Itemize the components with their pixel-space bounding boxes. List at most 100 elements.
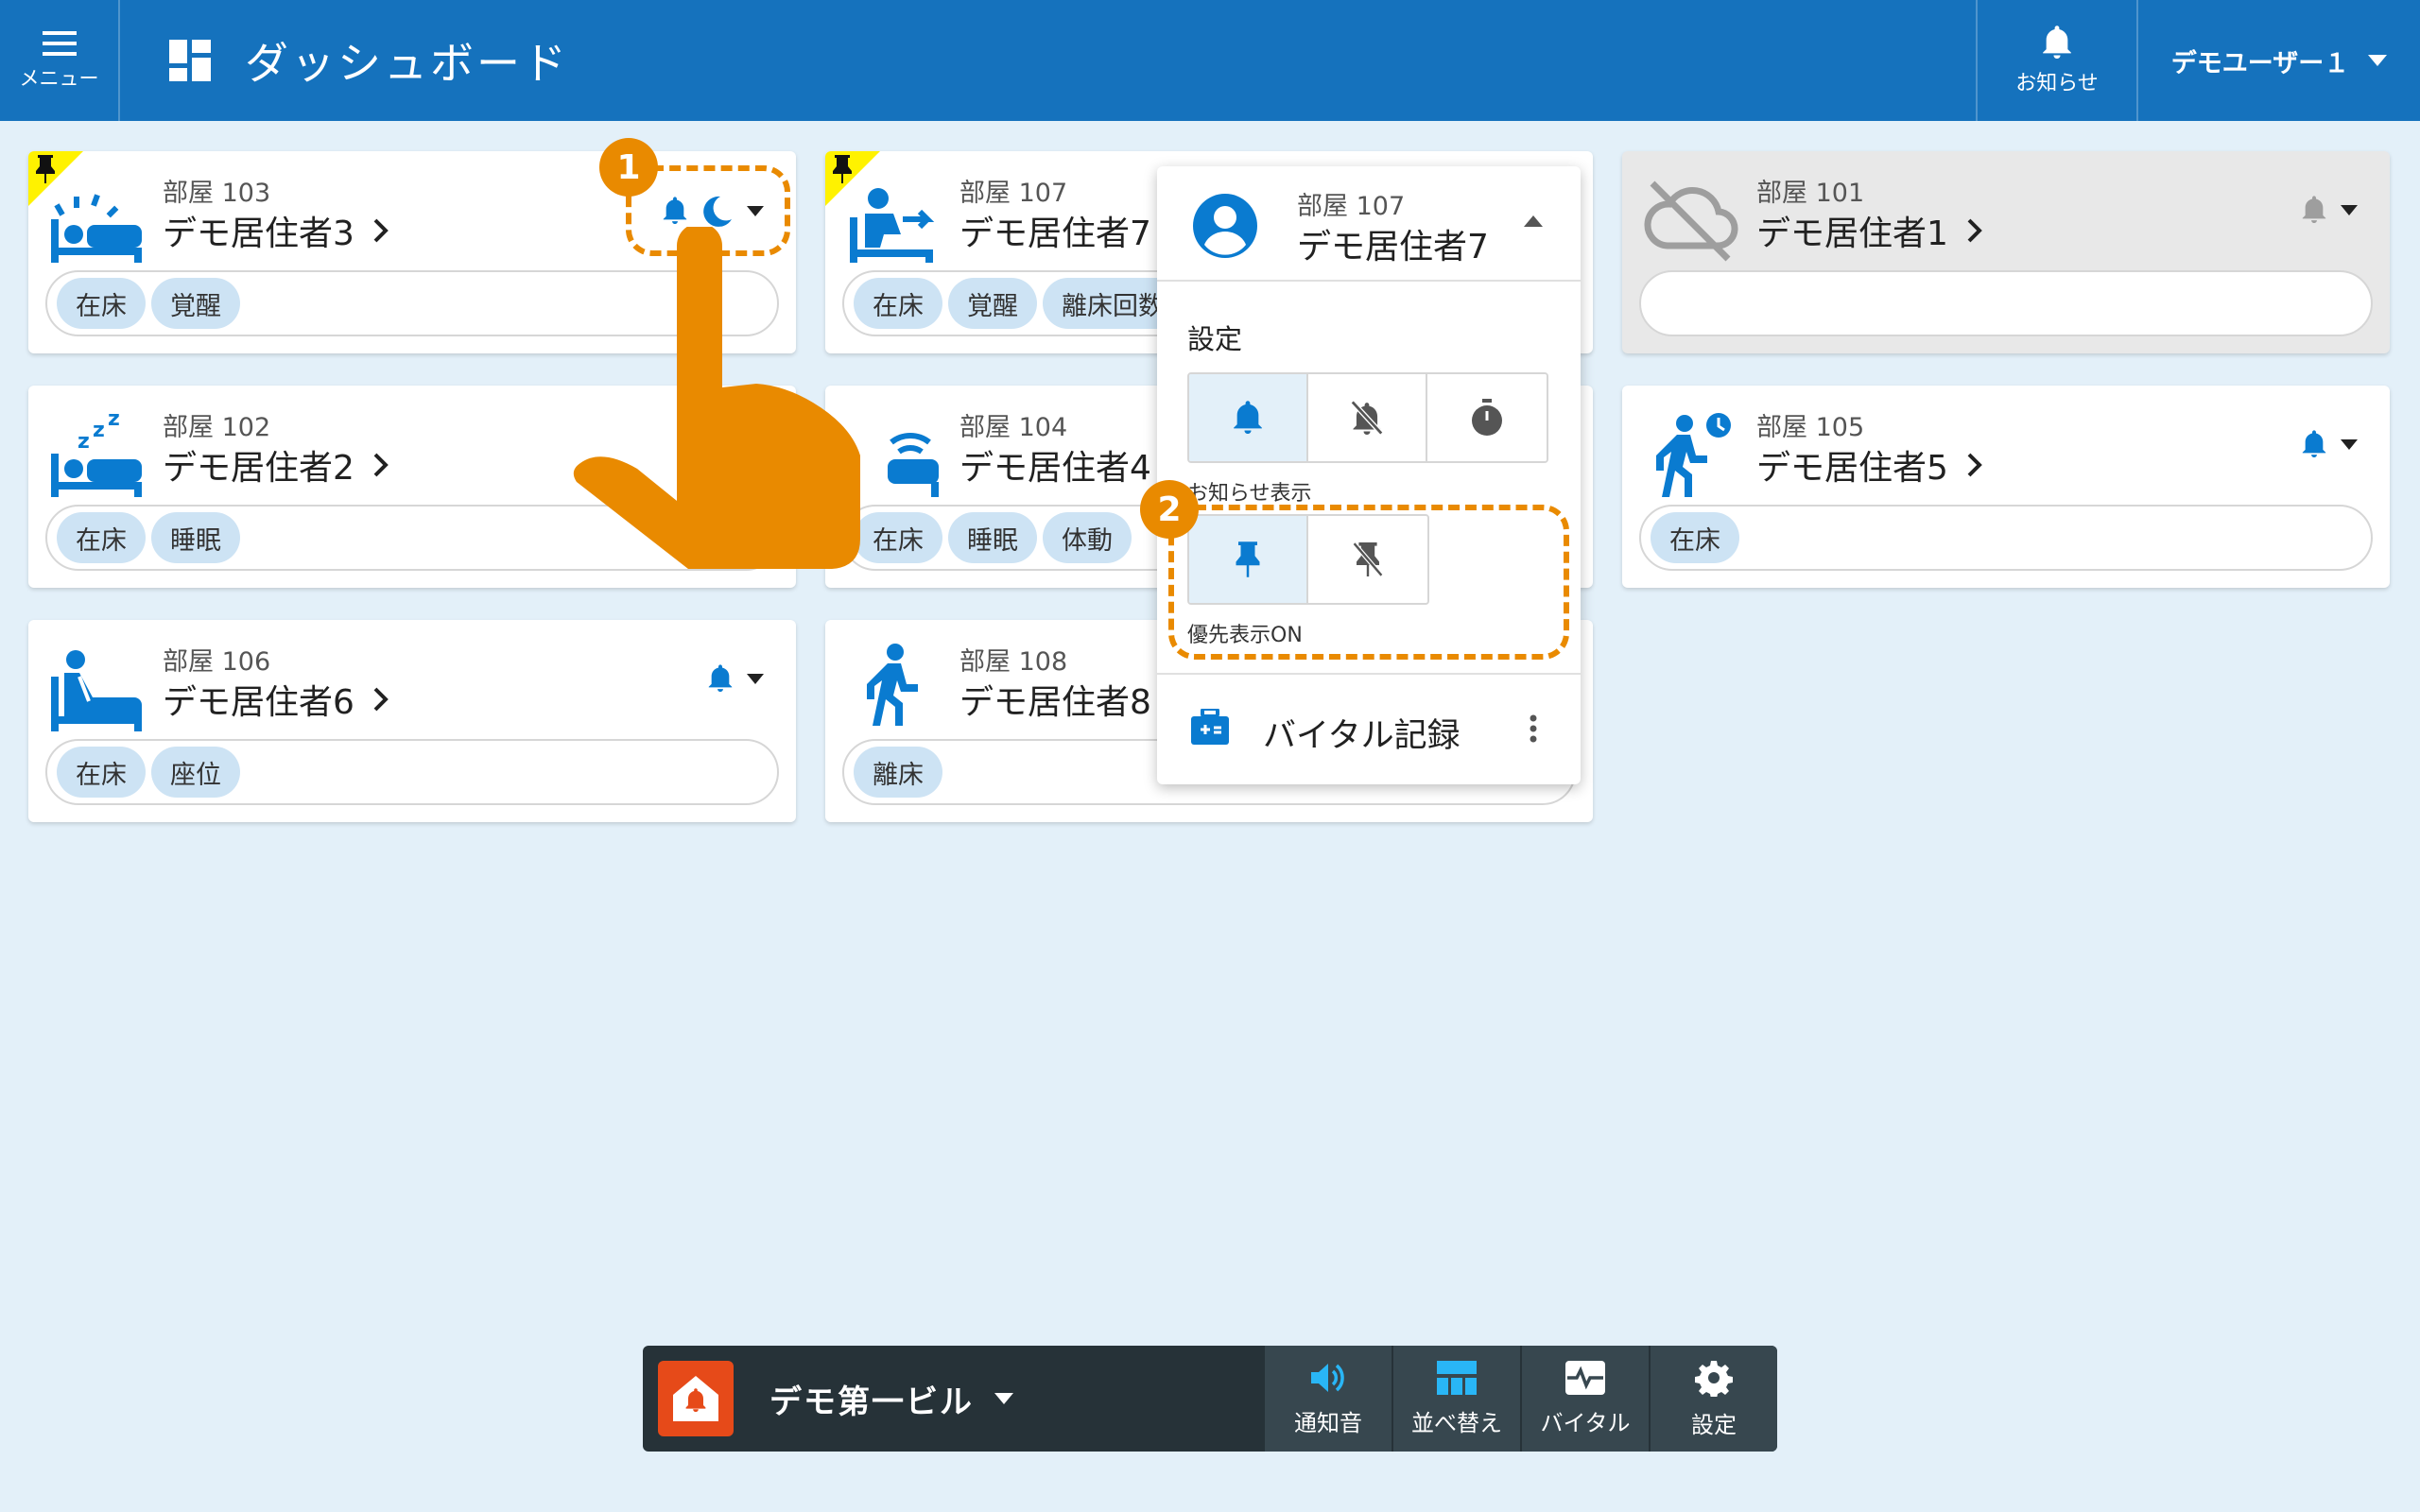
home-alert-icon xyxy=(658,1361,734,1436)
svg-text:z: z xyxy=(108,407,120,431)
resident-card[interactable]: 部屋 101 デモ居住者1 xyxy=(1622,151,2390,353)
user-menu[interactable]: デモユーザー１ xyxy=(2136,0,2420,121)
resident-name-link[interactable]: デモ居住者6 xyxy=(163,675,389,724)
menu-label: メニュー xyxy=(19,67,99,90)
popup-resident-name: デモ居住者7 xyxy=(1297,228,1489,266)
notify-on-button[interactable] xyxy=(1189,374,1308,461)
settings-button[interactable]: 設定 xyxy=(1649,1346,1777,1452)
sound-label: 通知音 xyxy=(1294,1409,1362,1436)
dashboard-icon xyxy=(169,40,211,81)
resident-name: デモ居住者6 xyxy=(163,683,354,722)
walking-timer-icon xyxy=(1656,413,1731,497)
building-name: デモ第一ビル xyxy=(769,1383,974,1421)
room-number: 部屋 102 xyxy=(163,413,271,442)
resident-name-link[interactable]: デモ居住者4 xyxy=(959,440,1151,490)
account-circle-icon xyxy=(1193,194,1257,258)
page-title: ダッシュボード xyxy=(245,38,569,89)
chevron-down-icon[interactable] xyxy=(2341,438,2358,450)
notice-button[interactable]: お知らせ xyxy=(1976,0,2136,121)
resident-name: デモ居住者8 xyxy=(959,683,1151,722)
pointing-hand-icon xyxy=(573,227,860,569)
chevron-right-icon xyxy=(373,218,389,243)
sort-button[interactable]: 並べ替え xyxy=(1392,1346,1520,1452)
chevron-down-icon[interactable] xyxy=(747,673,764,684)
chevron-up-icon[interactable] xyxy=(1524,215,1543,227)
resident-card[interactable]: 部屋 105 デモ居住者5 在床 xyxy=(1622,386,2390,588)
highlight-frame-2 xyxy=(1168,505,1569,660)
resident-name-link[interactable]: デモ居住者1 xyxy=(1756,206,1982,255)
bell-icon[interactable] xyxy=(2301,195,2327,225)
settings-label: 設定 xyxy=(1691,1411,1737,1438)
vital-label: バイタル xyxy=(1540,1409,1631,1436)
svg-text:z: z xyxy=(93,419,105,442)
status-tag: 覚醒 xyxy=(151,278,240,329)
bell-icon xyxy=(1234,401,1262,434)
chevron-down-icon[interactable] xyxy=(2341,204,2358,215)
status-tags xyxy=(1639,270,2373,336)
step-badge-1: 1 xyxy=(599,138,658,197)
resident-name: デモ居住者1 xyxy=(1756,215,1948,253)
chevron-right-icon xyxy=(1967,218,1982,243)
vital-button[interactable]: バイタル xyxy=(1520,1346,1649,1452)
popup-room-number: 部屋 107 xyxy=(1297,192,1406,221)
resident-name: デモ居住者4 xyxy=(959,449,1151,488)
sound-button[interactable]: 通知音 xyxy=(1263,1346,1392,1452)
status-tag: 在床 xyxy=(57,747,146,798)
bell-icon[interactable] xyxy=(707,663,734,694)
status-tags: 在床 座位 xyxy=(45,739,779,805)
resident-name: デモ居住者2 xyxy=(163,449,354,488)
room-number: 部屋 107 xyxy=(959,179,1068,208)
room-number: 部屋 104 xyxy=(959,413,1068,442)
svg-text:z: z xyxy=(78,430,90,454)
resident-name-link[interactable]: デモ居住者3 xyxy=(163,206,389,255)
user-name: デモユーザー１ xyxy=(2170,48,2350,78)
resident-name-link[interactable]: デモ居住者5 xyxy=(1756,440,1982,490)
status-tag: 睡眠 xyxy=(151,512,240,563)
popup-header[interactable]: 部屋 107 デモ居住者7 xyxy=(1157,166,1581,282)
status-tags: 在床 xyxy=(1639,505,2373,571)
room-number: 部屋 103 xyxy=(163,179,271,208)
notify-off-button[interactable] xyxy=(1308,374,1427,461)
resident-name: デモ居住者5 xyxy=(1756,449,1948,488)
vital-record-label: バイタル記録 xyxy=(1263,717,1461,755)
chevron-down-icon xyxy=(994,1393,1013,1404)
settings-heading: 設定 xyxy=(1187,323,1243,355)
bell-off-icon xyxy=(1350,400,1384,436)
bell-icon[interactable] xyxy=(2301,429,2327,459)
gear-icon xyxy=(1695,1360,1733,1397)
chevron-right-icon xyxy=(373,453,389,477)
resident-name-link[interactable]: デモ居住者8 xyxy=(959,675,1151,724)
room-number: 部屋 106 xyxy=(163,647,271,677)
cloud-off-icon xyxy=(1644,180,1738,262)
notice-label: お知らせ xyxy=(2015,72,2099,95)
resident-popup-menu: 部屋 107 デモ居住者7 設定 お知らせ表示 優先表示ON バイタル記録 xyxy=(1157,166,1581,784)
bottom-toolbar: デモ第一ビル 通知音 並べ替え バイタル 設定 xyxy=(643,1346,1777,1452)
bed-sitting-icon xyxy=(51,650,142,731)
resident-name: デモ居住者3 xyxy=(163,215,354,253)
hamburger-icon xyxy=(42,31,77,56)
chevron-right-icon xyxy=(1967,453,1982,477)
medical-kit-icon xyxy=(1191,709,1229,745)
sort-label: 並べ替え xyxy=(1411,1409,1502,1436)
resident-name-link[interactable]: デモ居住者7 xyxy=(959,206,1151,255)
bell-icon xyxy=(2043,26,2071,60)
notify-toggle-group xyxy=(1187,372,1548,463)
chevron-right-icon xyxy=(373,687,389,712)
building-selector[interactable]: デモ第一ビル xyxy=(643,1346,1263,1452)
vital-record-item[interactable]: バイタル記録 xyxy=(1157,673,1581,784)
monitor-heart-icon xyxy=(1565,1360,1605,1395)
resident-card[interactable]: 部屋 106 デモ居住者6 在床 座位 xyxy=(28,620,796,822)
status-tag: 体動 xyxy=(1043,512,1132,563)
menu-button[interactable]: メニュー xyxy=(0,0,120,121)
bed-sleeping-icon: z z z xyxy=(51,407,142,497)
resident-name: デモ居住者7 xyxy=(959,215,1151,253)
more-vert-icon[interactable] xyxy=(1530,714,1537,743)
room-number: 部屋 105 xyxy=(1756,413,1865,442)
status-tag: 座位 xyxy=(151,747,240,798)
chevron-down-icon xyxy=(2368,55,2388,66)
walking-icon xyxy=(867,644,918,726)
status-tag: 離床 xyxy=(854,747,942,798)
resident-name-link[interactable]: デモ居住者2 xyxy=(163,440,389,490)
room-number: 部屋 101 xyxy=(1756,179,1865,208)
notify-timer-button[interactable] xyxy=(1427,374,1547,461)
